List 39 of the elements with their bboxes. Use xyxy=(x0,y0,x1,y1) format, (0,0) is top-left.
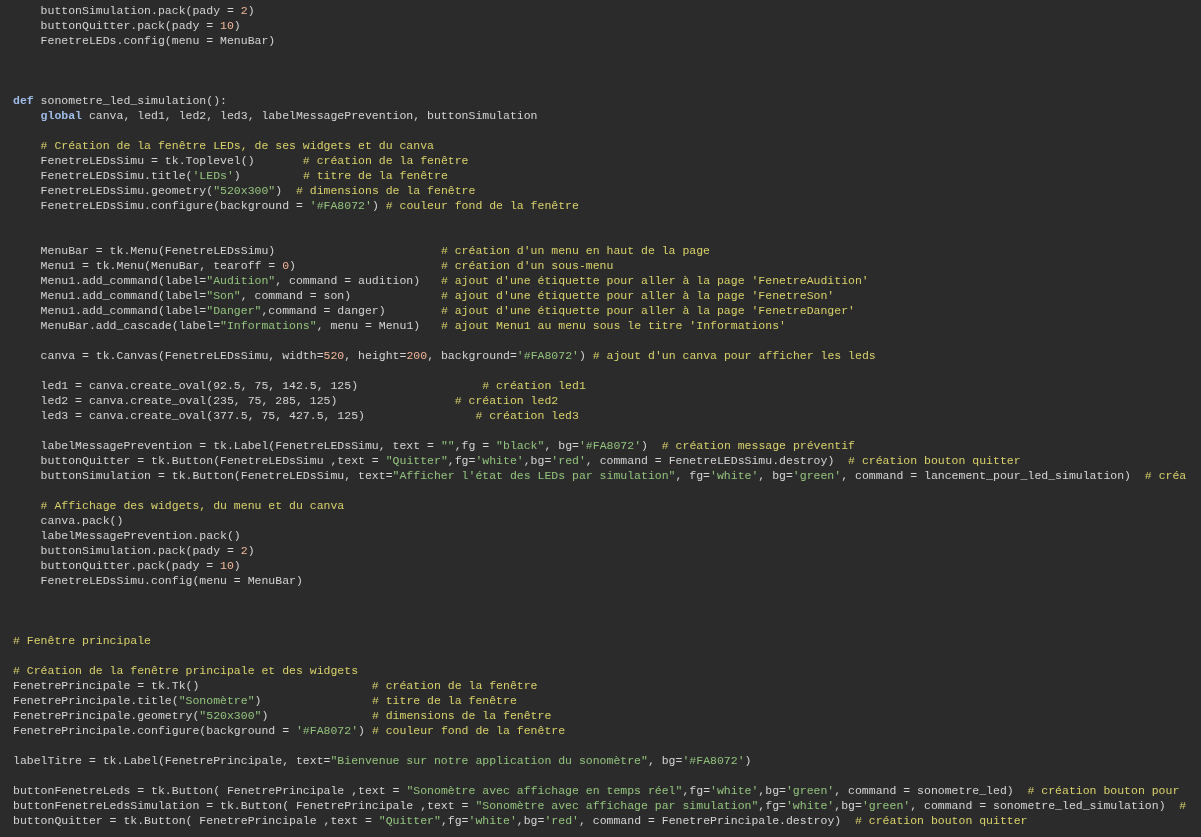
code-line: Menu1.add_command(label="Danger",command = danger) # ajout d'une étiquette pour aller à la page 'FenetreDanger' xyxy=(39,303,855,318)
code-line: def sonometre_led_simulation(): xyxy=(13,93,227,108)
code-line: # Création de la fenêtre principale et des widgets xyxy=(13,663,359,678)
code-line: buttonQuitter.pack(pady = 10) xyxy=(39,18,241,33)
code-line: FenetreLEDsSimu.geometry("520x300") # dimensions de la fenêtre xyxy=(39,183,476,198)
code-line: led3 = canva.create_oval(377.5, 75, 427.5, 125) # création led3 xyxy=(39,408,579,423)
code-line: # Fenêtre principale xyxy=(13,633,152,648)
code-line: buttonFenetreLedsSimulation = tk.Button( FenetrePrincipale ,text = "Sonomètre avec affichage par simulation",fg='white',bg='green', command = sonometre_led_simulation) # xyxy=(13,798,1187,813)
code-line: Menu1.add_command(label="Son", command = son) # ajout d'une étiquette pour aller à la page 'FenetreSon' xyxy=(39,288,835,303)
code-line: FenetreLEDsSimu.config(menu = MenuBar) xyxy=(39,573,303,588)
code-line: labelMessagePrevention.pack() xyxy=(39,528,241,543)
code-line: MenuBar = tk.Menu(FenetreLEDsSimu) # création d'un menu en haut de la page xyxy=(39,243,711,258)
code-line: Menu1 = tk.Menu(MenuBar, tearoff = 0) # création d'un sous-menu xyxy=(39,258,614,273)
code-line: led1 = canva.create_oval(92.5, 75, 142.5, 125) # création led1 xyxy=(39,378,586,393)
code-line: FenetrePrincipale.geometry("520x300") # dimensions de la fenêtre xyxy=(13,708,552,723)
code-line: # Affichage des widgets, du menu et du canva xyxy=(39,498,345,513)
code-line: led2 = canva.create_oval(235, 75, 285, 125) # création led2 xyxy=(39,393,559,408)
code-line: labelTitre = tk.Label(FenetrePrincipale, text="Bienvenue sur notre application du sonomètre", bg='#FA8072') xyxy=(13,753,752,768)
code-line: buttonQuitter = tk.Button( FenetrePrincipale ,text = "Quitter",fg='white',bg='red', command = FenetrePrincipale.destroy) # création bouton quitter xyxy=(13,813,1028,828)
code-line: buttonFenetreLeds = tk.Button( FenetrePrincipale ,text = "Sonomètre avec affichage en temps réel",fg='white',bg='green', command = sonometre_led) # création bouton pour xyxy=(13,783,1180,798)
code-line: labelMessagePrevention = tk.Label(FenetreLEDsSimu, text = "",fg = "black", bg='#FA8072') # création message préventif xyxy=(39,438,855,453)
code-line: FenetreLEDsSimu.title('LEDs') # titre de la fenêtre xyxy=(39,168,448,183)
code-line: global canva, led1, led2, led3, labelMessagePrevention, buttonSimulation xyxy=(39,108,538,123)
code-line: buttonSimulation.pack(pady = 2) xyxy=(39,3,255,18)
code-line: buttonQuitter = tk.Button(FenetreLEDsSimu ,text = "Quitter",fg='white',bg='red', command = FenetreLEDsSimu.destroy) # création bouton quitter xyxy=(39,453,1021,468)
code-line: FenetreLEDsSimu.configure(background = '#FA8072') # couleur fond de la fenêtre xyxy=(39,198,579,213)
code-line: FenetrePrincipale = tk.Tk() # création de la fenêtre xyxy=(13,678,538,693)
code-line: FenetrePrincipale.configure(background = '#FA8072') # couleur fond de la fenêtre xyxy=(13,723,566,738)
code-line: FenetreLEDsSimu = tk.Toplevel() # création de la fenêtre xyxy=(39,153,469,168)
code-line: canva = tk.Canvas(FenetreLEDsSimu, width=520, height=200, background='#FA8072') # ajout d'un canva pour afficher les leds xyxy=(39,348,876,363)
code-line: buttonQuitter.pack(pady = 10) xyxy=(39,558,241,573)
code-line: buttonSimulation.pack(pady = 2) xyxy=(39,543,255,558)
code-line: MenuBar.add_cascade(label="Informations", menu = Menu1) # ajout Menu1 au menu sous le titre 'Informations' xyxy=(39,318,786,333)
code-line: # Création de la fenêtre LEDs, de ses widgets et du canva xyxy=(39,138,434,153)
code-line: Menu1.add_command(label="Audition", command = audition) # ajout d'une étiquette pour aller à la page 'FenetreAudition' xyxy=(39,273,869,288)
code-line: FenetrePrincipale.title("Sonomètre") # titre de la fenêtre xyxy=(13,693,517,708)
code-line: FenetreLEDs.config(menu = MenuBar) xyxy=(39,33,276,48)
code-line: buttonSimulation = tk.Button(FenetreLEDsSimu, text="Afficher l'état des LEDs par simulation", fg='white', bg='green', command = lancement_pour_led_simulation) # créa xyxy=(39,468,1187,483)
code-line: canva.pack() xyxy=(39,513,124,528)
